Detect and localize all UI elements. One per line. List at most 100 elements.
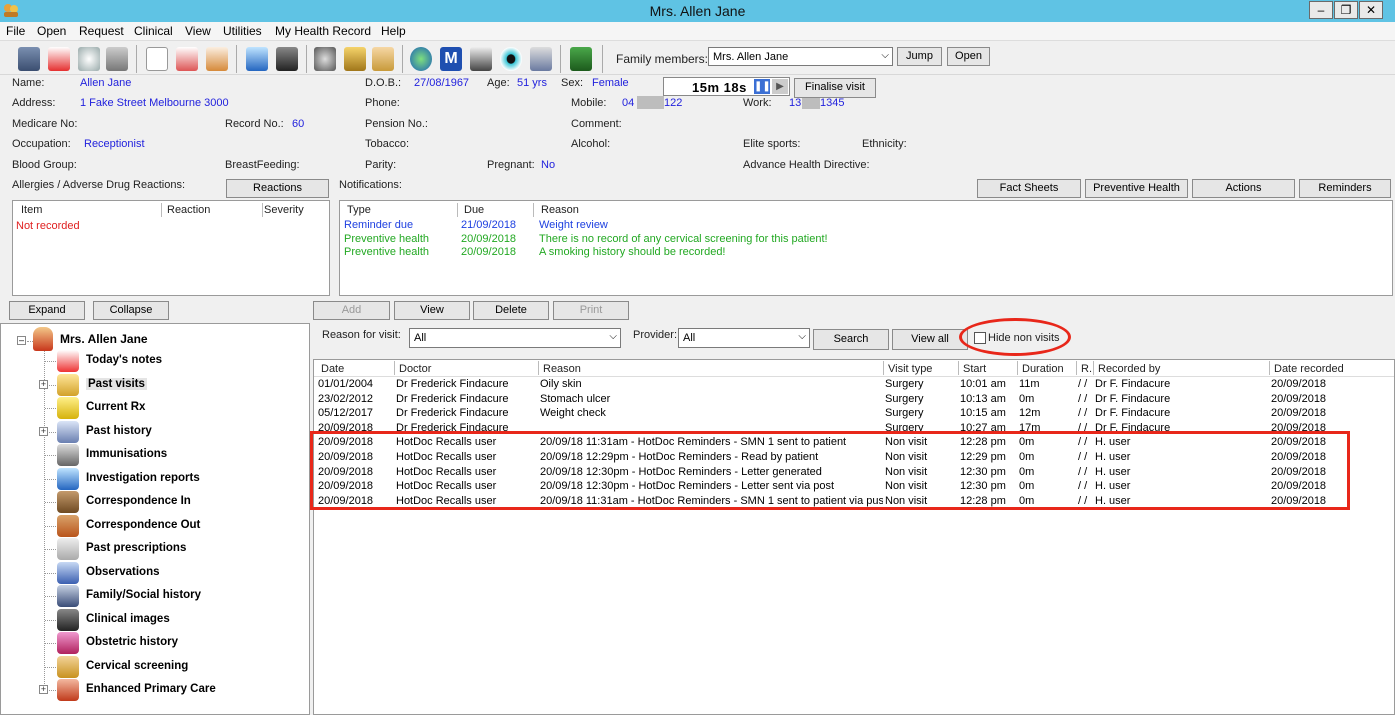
play-icon[interactable]: ▶ [772, 79, 788, 94]
col-item[interactable]: Item [21, 204, 42, 216]
lab-flask-icon[interactable] [246, 47, 268, 71]
expand-node-icon[interactable]: + [39, 379, 48, 389]
close-button[interactable]: ✕ [1359, 1, 1383, 19]
hourglass-icon[interactable] [470, 47, 492, 71]
scales-icon[interactable] [344, 47, 366, 71]
calendar-icon[interactable] [48, 47, 70, 71]
sex-label: Sex: [561, 77, 584, 89]
col-doctor[interactable]: Doctor [399, 363, 431, 375]
provider-select[interactable]: All ⌵ [678, 328, 810, 348]
col-recorded-by[interactable]: Recorded by [1098, 363, 1160, 375]
table-row[interactable]: 23/02/2012 Dr Frederick Findacure Stomach … [314, 393, 1392, 408]
cell-reason: Stomach ulcer [540, 392, 611, 405]
reminders-button[interactable]: Reminders [1299, 179, 1391, 198]
view-all-button[interactable]: View all [892, 329, 968, 350]
col-due[interactable]: Due [464, 204, 484, 216]
exit-icon[interactable] [570, 47, 592, 71]
eye-icon[interactable] [500, 47, 522, 71]
restore-button[interactable]: ❐ [1334, 1, 1358, 19]
patient-file-icon[interactable] [18, 47, 40, 71]
table-row[interactable]: 01/01/2004 Dr Frederick Findacure Oily ski… [314, 378, 1392, 393]
search-button[interactable]: Search [813, 329, 889, 350]
clock-icon[interactable] [78, 47, 100, 71]
menu-file[interactable]: File [6, 24, 25, 38]
cell-visit-type: Surgery [885, 392, 924, 405]
notifications-grid[interactable]: Type Due Reason Reminder due 21/09/2018 We… [339, 200, 1393, 296]
open-button[interactable]: Open [947, 47, 990, 66]
cell-r: / / [1078, 392, 1088, 405]
col-visit-type[interactable]: Visit type [888, 363, 932, 375]
menu-my-health-record[interactable]: My Health Record [275, 24, 371, 38]
view-button[interactable]: View [394, 301, 470, 320]
menu-open[interactable]: Open [37, 24, 66, 38]
medicine-bottle-icon[interactable] [206, 47, 228, 71]
actions-button[interactable]: Actions [1192, 179, 1295, 198]
clinical-images-icon [57, 608, 79, 631]
menu-help[interactable]: Help [381, 24, 406, 38]
visits-grid[interactable]: Date Doctor Reason Visit type Start Duration R… [313, 359, 1395, 715]
menu-view[interactable]: View [185, 24, 211, 38]
expand-node-icon[interactable]: + [39, 685, 48, 694]
breastfeeding-label: BreastFeeding: [225, 159, 300, 171]
col-date[interactable]: Date [321, 363, 344, 375]
table-row[interactable]: 05/12/2017 Dr Frederick Findacure Weight c… [314, 407, 1392, 422]
add-button[interactable]: Add [313, 301, 390, 320]
cell-r: / / [1078, 378, 1088, 390]
cell-doctor: Dr Frederick Findacure [396, 407, 509, 420]
col-reason[interactable]: Reason [541, 204, 579, 216]
fact-sheets-button[interactable]: Fact Sheets [977, 179, 1081, 198]
reason-for-visit-label: Reason for visit: [322, 329, 401, 341]
mims-icon[interactable]: M [440, 47, 462, 71]
age-label: Age: [487, 77, 510, 89]
reason-for-visit-select[interactable]: All ⌵ [409, 328, 621, 348]
tree-root[interactable]: Mrs. Allen Jane [60, 332, 148, 346]
blank-document-icon[interactable] [146, 47, 168, 71]
family-members-select[interactable]: Mrs. Allen Jane ⌵ [708, 47, 893, 66]
tree-item-label: Cervical screening [86, 659, 189, 672]
expand-button[interactable]: Expand [9, 301, 85, 320]
pause-icon[interactable]: ❚❚ [754, 79, 771, 94]
tree-item-label: Observations [86, 565, 160, 578]
delete-button[interactable]: Delete [473, 301, 549, 320]
family-members-label: Family members: [616, 52, 709, 66]
col-duration[interactable]: Duration [1022, 363, 1064, 375]
reason-for-visit-value: All [414, 332, 427, 344]
database-icon[interactable] [530, 47, 552, 71]
menu-request[interactable]: Request [79, 24, 124, 38]
minimize-button[interactable]: – [1309, 1, 1333, 19]
stethoscope-icon[interactable] [314, 47, 336, 71]
letter-icon[interactable] [176, 47, 198, 71]
col-reason[interactable]: Reason [543, 363, 581, 375]
col-date-recorded[interactable]: Date recorded [1274, 363, 1344, 375]
allergies-grid[interactable]: Item Reaction Severity Not recorded [12, 200, 330, 296]
family-social-history-icon [57, 585, 79, 607]
col-r[interactable]: R. [1081, 363, 1092, 375]
expand-node-icon[interactable]: + [39, 426, 48, 436]
tree-item-label: Past history [86, 424, 152, 437]
records-icon[interactable] [106, 47, 128, 71]
reactions-button[interactable]: Reactions [226, 179, 329, 198]
col-type[interactable]: Type [347, 204, 371, 216]
doctor-icon[interactable] [372, 47, 394, 71]
window-title: Mrs. Allen Jane [649, 3, 746, 19]
globe-icon[interactable] [410, 47, 432, 71]
cell-visit-type: Surgery [885, 407, 924, 420]
visit-timer: 15m 18s ❚❚ ▶ [663, 77, 790, 96]
col-start[interactable]: Start [963, 363, 986, 375]
medicare-label: Medicare No: [12, 118, 78, 130]
notifications-label: Notifications: [339, 179, 402, 191]
menu-utilities[interactable]: Utilities [223, 24, 262, 38]
finalise-visit-button[interactable]: Finalise visit [794, 78, 876, 98]
jump-button[interactable]: Jump [897, 47, 942, 66]
col-reaction[interactable]: Reaction [167, 204, 210, 216]
record-label: Record No.: [225, 118, 284, 130]
preventive-health-button[interactable]: Preventive Health [1085, 179, 1188, 198]
tree-item-label: Obstetric history [86, 636, 179, 648]
menu-clinical[interactable]: Clinical [134, 24, 173, 38]
collapse-button[interactable]: Collapse [93, 301, 169, 320]
col-severity[interactable]: Severity [264, 204, 304, 216]
collapse-root-icon[interactable]: – [17, 336, 26, 345]
xray-icon[interactable] [276, 47, 298, 71]
print-button[interactable]: Print [553, 301, 629, 320]
dob-label: D.O.B.: [365, 77, 402, 89]
